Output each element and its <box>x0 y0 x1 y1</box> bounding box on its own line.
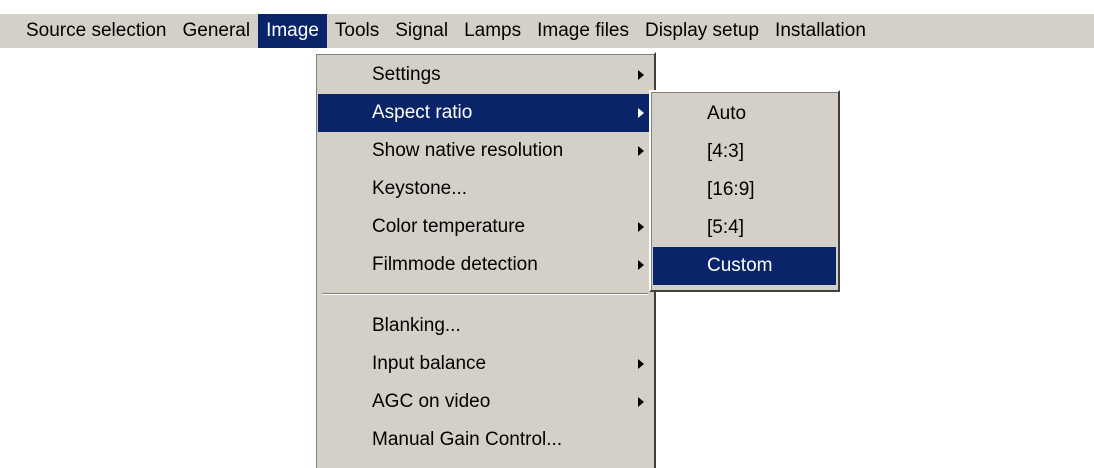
menu-separator <box>322 293 648 295</box>
submenu-arrow-icon <box>638 260 644 270</box>
submenu-item-label: Auto <box>707 103 747 124</box>
menu-item-settings[interactable]: Settings <box>318 56 654 94</box>
submenu-item-label: [4:3] <box>707 141 744 162</box>
menubar-item-display-setup[interactable]: Display setup <box>637 14 767 48</box>
menu-bar: Source selection General Image Tools Sig… <box>0 14 1094 48</box>
menu-item-blanking[interactable]: Blanking... <box>318 307 654 345</box>
image-dropdown-menu: Settings Aspect ratio Show native resolu… <box>314 52 656 468</box>
menu-item-label: Settings <box>372 64 441 85</box>
submenu-arrow-icon <box>638 70 644 80</box>
menu-item-show-native-resolution[interactable]: Show native resolution <box>318 132 654 170</box>
menubar-item-installation[interactable]: Installation <box>767 14 874 48</box>
submenu-item-auto[interactable]: Auto <box>653 95 836 133</box>
menu-item-color-temperature[interactable]: Color temperature <box>318 208 654 246</box>
menu-item-label: Keystone... <box>372 178 468 199</box>
menubar-item-image[interactable]: Image <box>258 14 327 48</box>
menubar-item-image-files[interactable]: Image files <box>529 14 637 48</box>
menu-item-label: Color temperature <box>372 216 526 237</box>
submenu-item-16-9[interactable]: [16:9] <box>653 171 836 209</box>
menu-item-aspect-ratio[interactable]: Aspect ratio <box>318 94 654 132</box>
menu-item-input-balance[interactable]: Input balance <box>318 345 654 383</box>
submenu-item-4-3[interactable]: [4:3] <box>653 133 836 171</box>
menu-item-label: Manual Gain Control... <box>372 429 563 450</box>
menu-item-agc-on-video[interactable]: AGC on video <box>318 383 654 421</box>
menubar-item-source-selection[interactable]: Source selection <box>0 14 174 48</box>
submenu-arrow-icon <box>638 222 644 232</box>
menu-item-label: Input balance <box>372 353 487 374</box>
menu-item-label: Filmmode detection <box>372 254 538 275</box>
menubar-item-tools[interactable]: Tools <box>327 14 387 48</box>
submenu-item-label: Custom <box>707 255 773 276</box>
submenu-item-label: [16:9] <box>707 179 755 200</box>
menu-item-label: Show native resolution <box>372 140 564 161</box>
submenu-item-custom[interactable]: Custom <box>653 247 836 285</box>
submenu-arrow-icon <box>638 359 644 369</box>
menu-item-label: Aspect ratio <box>372 102 473 123</box>
submenu-item-label: [5:4] <box>707 217 744 238</box>
submenu-item-5-4[interactable]: [5:4] <box>653 209 836 247</box>
menu-item-label: AGC on video <box>372 391 491 412</box>
aspect-ratio-submenu: Auto [4:3] [16:9] [5:4] Custom <box>649 90 840 292</box>
submenu-arrow-icon <box>638 146 644 156</box>
menu-item-filmmode-detection[interactable]: Filmmode detection <box>318 246 654 284</box>
submenu-arrow-icon <box>638 108 644 118</box>
menu-item-label: Blanking... <box>372 315 461 336</box>
menu-item-manual-gain-control[interactable]: Manual Gain Control... <box>318 421 654 459</box>
menu-item-keystone[interactable]: Keystone... <box>318 170 654 208</box>
screen: Source selection General Image Tools Sig… <box>0 0 1094 468</box>
menubar-item-lamps[interactable]: Lamps <box>456 14 529 48</box>
menubar-item-general[interactable]: General <box>174 14 258 48</box>
menubar-item-signal[interactable]: Signal <box>387 14 456 48</box>
submenu-arrow-icon <box>638 397 644 407</box>
